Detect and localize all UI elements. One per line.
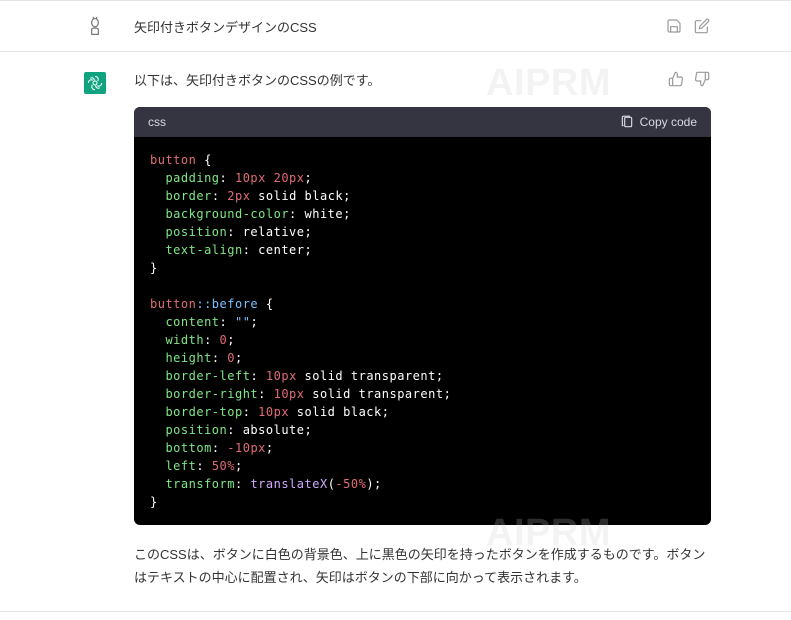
code-block: css Copy code button { padding: 10px 20p… <box>134 107 711 525</box>
assistant-message: AIPRM AIPRM 以下は、矢印付きボタンのCSSの例です。 css Cop… <box>0 52 791 608</box>
code-header: css Copy code <box>134 107 711 137</box>
conversation-header: 矢印付きボタンデザインのCSS <box>0 1 791 52</box>
copy-code-label: Copy code <box>640 115 697 129</box>
code-language-label: css <box>148 115 166 129</box>
thumbs-up-icon[interactable] <box>667 70 685 88</box>
assistant-avatar <box>84 72 106 94</box>
clipboard-icon <box>620 115 634 129</box>
message-explanation: このCSSは、ボタンに白色の背景色、上に黒色の矢印を持ったボタンを作成するもので… <box>134 543 711 590</box>
thumbs-down-icon[interactable] <box>693 70 711 88</box>
save-icon[interactable] <box>665 17 683 35</box>
user-avatar <box>84 15 106 37</box>
message-intro: 以下は、矢印付きボタンのCSSの例です。 <box>134 70 711 89</box>
edit-icon[interactable] <box>693 17 711 35</box>
copy-code-button[interactable]: Copy code <box>620 115 697 129</box>
code-content: button { padding: 10px 20px; border: 2px… <box>134 137 711 525</box>
conversation-title: 矢印付きボタンデザインのCSS <box>134 17 649 36</box>
